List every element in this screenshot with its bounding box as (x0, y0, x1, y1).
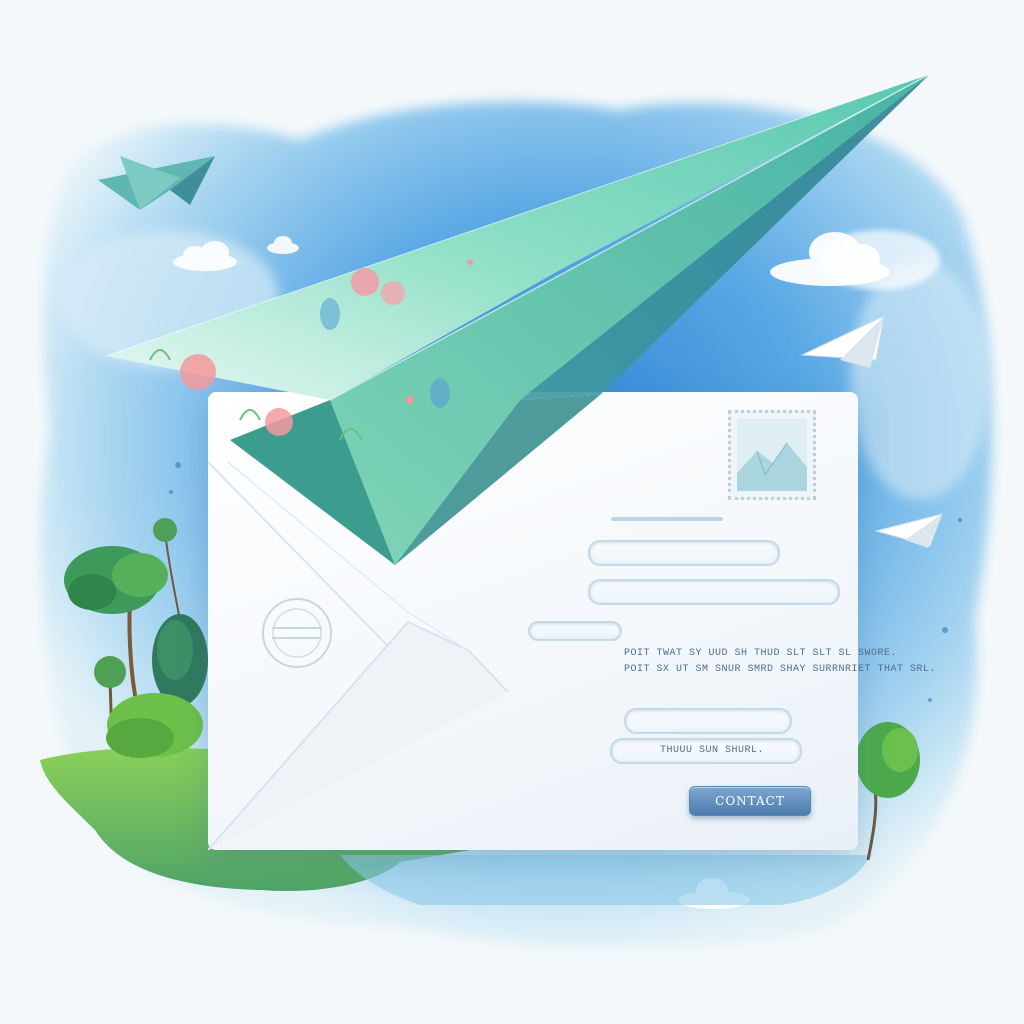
paper-plane-icon (98, 156, 215, 210)
paper-plane-icon (874, 513, 943, 548)
small-planes (98, 156, 943, 548)
paper-plane-icon (800, 315, 885, 368)
illustration-scene: POIT TWAT SY UUD SH THUD SLT SLT SL SWOR… (0, 0, 1024, 1024)
